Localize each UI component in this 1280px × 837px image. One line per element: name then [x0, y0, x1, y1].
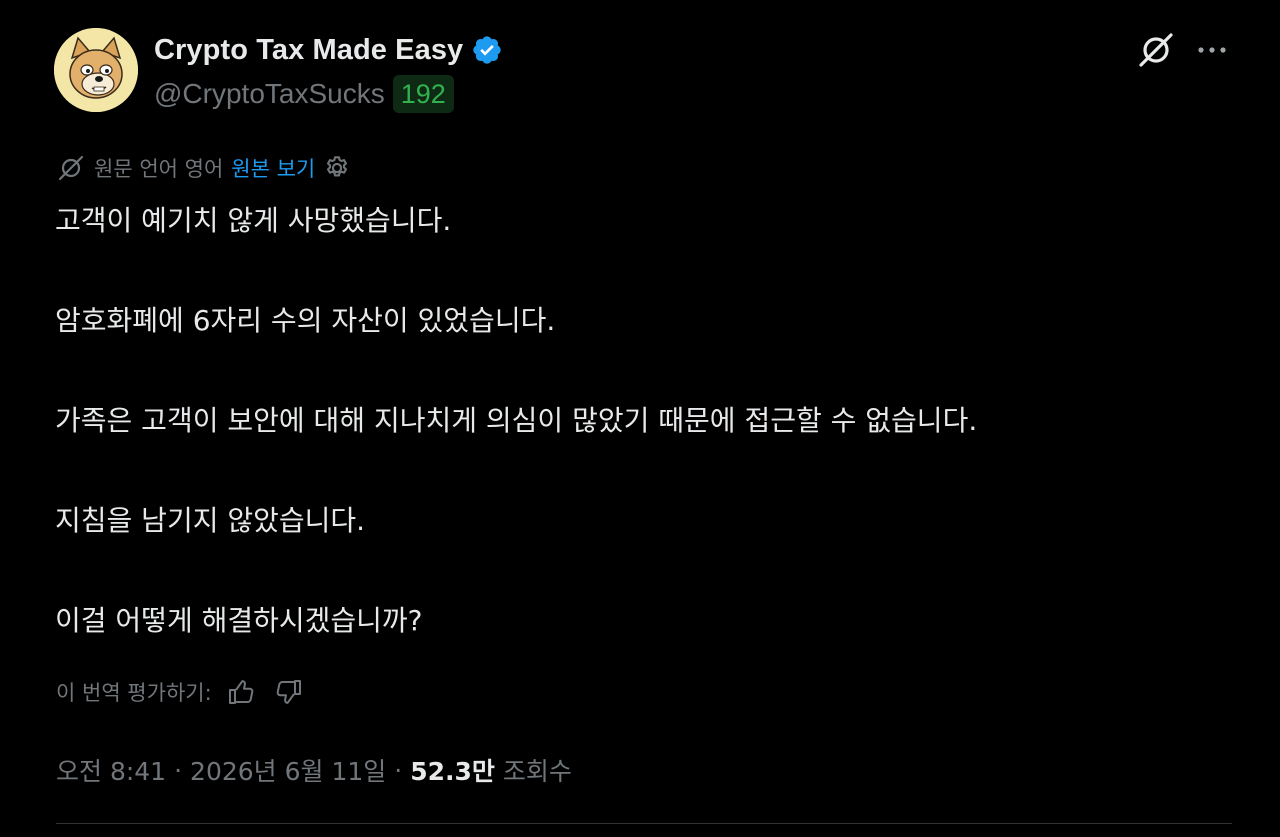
tweet-paragraph: 지침을 남기지 않았습니다.	[55, 504, 366, 537]
rate-translation-label: 이 번역 평가하기:	[56, 681, 212, 705]
meta-separator: ·	[394, 755, 403, 785]
tweet-meta: 오전 8:41 · 2026년 6월 11일 · 52.3만 조회수	[56, 748, 572, 792]
tweet-detail: Crypto Tax Made Easy @CryptoTaxSucks 192…	[0, 0, 1280, 837]
translation-source-label: 원문 언어 영어	[94, 157, 224, 181]
display-name-row: Crypto Tax Made Easy	[154, 30, 503, 70]
tweet-text: 고객이 예기치 않게 사망했습니다. 암호화폐에 6자리 수의 자산이 있었습니…	[55, 196, 1235, 646]
tweet-paragraph: 가족은 고객이 보안에 대해 지나치게 의심이 많았기 때문에 접근할 수 없습…	[55, 404, 978, 437]
divider	[56, 823, 1232, 824]
views-count[interactable]: 52.3만	[410, 752, 495, 788]
grok-icon[interactable]	[1136, 30, 1176, 70]
gear-icon[interactable]	[323, 154, 351, 182]
tweet-date[interactable]: 2026년 6월 11일	[190, 752, 386, 788]
doge-avatar-icon	[54, 28, 138, 112]
thumbs-down-icon[interactable]	[272, 676, 304, 708]
more-options-icon[interactable]	[1194, 32, 1230, 68]
translation-row: 원문 언어 영어 원본 보기	[56, 150, 351, 186]
rate-translation-row: 이 번역 평가하기:	[56, 672, 304, 712]
views-label: 조회수	[502, 757, 572, 786]
tweet-time[interactable]: 오전 8:41	[56, 752, 166, 788]
handle-row: @CryptoTaxSucks 192	[154, 74, 454, 114]
thumbs-up-icon[interactable]	[226, 676, 258, 708]
meta-separator: ·	[174, 755, 183, 785]
tweet-paragraph: 암호화폐에 6자리 수의 자산이 있었습니다.	[55, 304, 556, 337]
tweet-paragraph: 고객이 예기치 않게 사망했습니다.	[55, 204, 452, 237]
follower-badge: 192	[392, 75, 454, 113]
verified-badge-icon[interactable]	[471, 34, 503, 66]
avatar[interactable]	[54, 28, 138, 112]
grok-translate-icon	[58, 155, 84, 181]
display-name[interactable]: Crypto Tax Made Easy	[154, 34, 463, 67]
tweet-paragraph: 이걸 어떻게 해결하시겠습니까?	[55, 604, 423, 637]
author-handle[interactable]: @CryptoTaxSucks	[154, 78, 385, 110]
show-original-link[interactable]: 원본 보기	[231, 153, 315, 183]
